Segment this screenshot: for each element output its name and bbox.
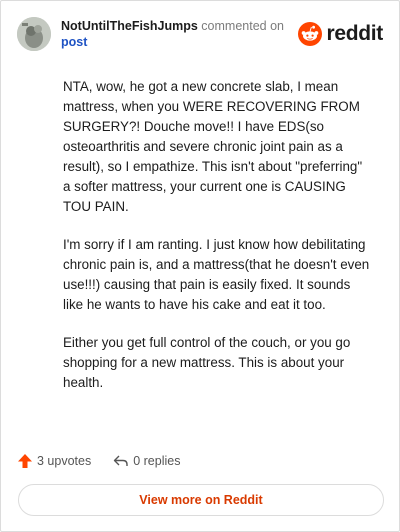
view-more-label: View more on Reddit	[139, 493, 263, 507]
comment-body: NTA, wow, he got a new concrete slab, I …	[63, 77, 373, 411]
comment-header: NotUntilTheFishJumps commented on post r…	[17, 17, 383, 51]
post-link[interactable]: post	[61, 34, 284, 50]
upvote-count: 3 upvotes	[37, 454, 92, 468]
reply-arrow-icon	[114, 455, 128, 466]
view-more-button[interactable]: View more on Reddit	[18, 484, 384, 516]
comment-paragraph: Either you get full control of the couch…	[63, 335, 351, 390]
comment-paragraph: NTA, wow, he got a new concrete slab, I …	[63, 79, 363, 214]
username-link[interactable]: NotUntilTheFishJumps	[61, 19, 198, 33]
comment-card: NotUntilTheFishJumps commented on post r…	[0, 0, 400, 532]
avatar[interactable]	[17, 17, 51, 51]
upvote-button[interactable]: 3 upvotes	[17, 453, 91, 469]
commented-on-text: commented on	[201, 19, 284, 33]
comment-paragraph: I'm sorry if I am ranting. I just know h…	[63, 237, 370, 312]
reddit-snoo-icon	[298, 22, 323, 46]
avatar-icon	[17, 17, 51, 51]
reply-button[interactable]: 0 replies	[113, 453, 180, 469]
upvote-arrow-icon	[18, 454, 32, 468]
reddit-wordmark: reddit	[326, 22, 383, 45]
reddit-logo[interactable]: reddit	[298, 21, 383, 47]
comment-actions: 3 upvotes 0 replies	[17, 451, 202, 471]
comment-meta: NotUntilTheFishJumps commented on post	[61, 18, 284, 50]
reply-count: 0 replies	[133, 454, 181, 468]
